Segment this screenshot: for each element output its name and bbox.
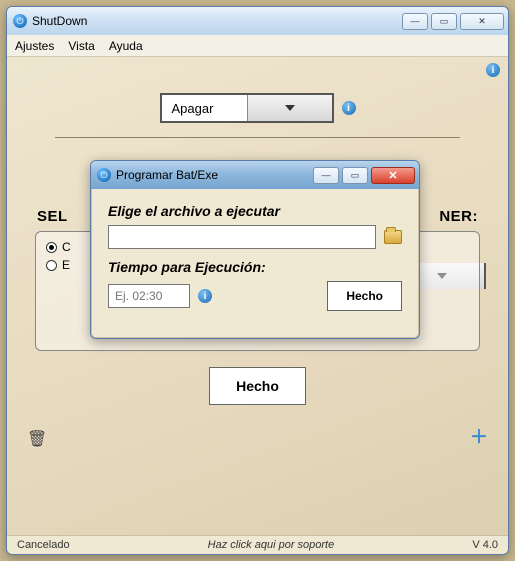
menu-ajustes[interactable]: Ajustes — [15, 39, 54, 53]
help-icon[interactable]: i — [198, 289, 212, 303]
help-icon[interactable]: i — [342, 101, 356, 115]
status-left: Cancelado — [17, 539, 70, 551]
file-input[interactable] — [108, 225, 376, 249]
folder-icon[interactable] — [384, 230, 402, 244]
trash-icon[interactable]: 🗑 — [27, 429, 47, 449]
menubar: Ajustes Vista Ayuda — [7, 35, 508, 57]
support-link[interactable]: Haz click aqui por soporte — [208, 539, 335, 551]
time-input[interactable] — [108, 284, 190, 308]
add-icon[interactable]: ＋ — [470, 423, 488, 449]
app-icon: ⏻ — [97, 168, 111, 182]
main-titlebar[interactable]: ⏻ ShutDown — ▭ ✕ — [7, 7, 508, 35]
maximize-button[interactable]: ▭ — [431, 13, 457, 30]
divider — [55, 137, 460, 138]
window-title: ShutDown — [32, 14, 87, 28]
close-button[interactable]: ✕ — [460, 13, 504, 30]
programar-dialog: ⏻ Programar Bat/Exe — ▭ ✕ Elige el archi… — [90, 160, 420, 339]
minimize-button[interactable]: — — [402, 13, 428, 30]
file-label: Elige el archivo a ejecutar — [108, 203, 402, 219]
menu-ayuda[interactable]: Ayuda — [109, 39, 143, 53]
menu-vista[interactable]: Vista — [68, 39, 94, 53]
dialog-titlebar[interactable]: ⏻ Programar Bat/Exe — ▭ ✕ — [91, 161, 419, 189]
dialog-done-button[interactable]: Hecho — [327, 281, 402, 311]
help-icon[interactable]: i — [486, 63, 500, 77]
dialog-title: Programar Bat/Exe — [116, 168, 218, 182]
time-label: Tiempo para Ejecución: — [108, 259, 402, 275]
action-select[interactable]: Apagar — [160, 93, 334, 123]
chevron-down-icon — [247, 95, 332, 121]
close-button[interactable]: ✕ — [371, 167, 415, 184]
app-icon: ⏻ — [13, 14, 27, 28]
done-button[interactable]: Hecho — [209, 367, 306, 405]
maximize-button[interactable]: ▭ — [342, 167, 368, 184]
status-bar: Cancelado Haz click aqui por soporte V 4… — [7, 535, 508, 556]
minimize-button[interactable]: — — [313, 167, 339, 184]
action-select-value: Apagar — [162, 101, 247, 116]
version-label: V 4.0 — [472, 539, 498, 551]
